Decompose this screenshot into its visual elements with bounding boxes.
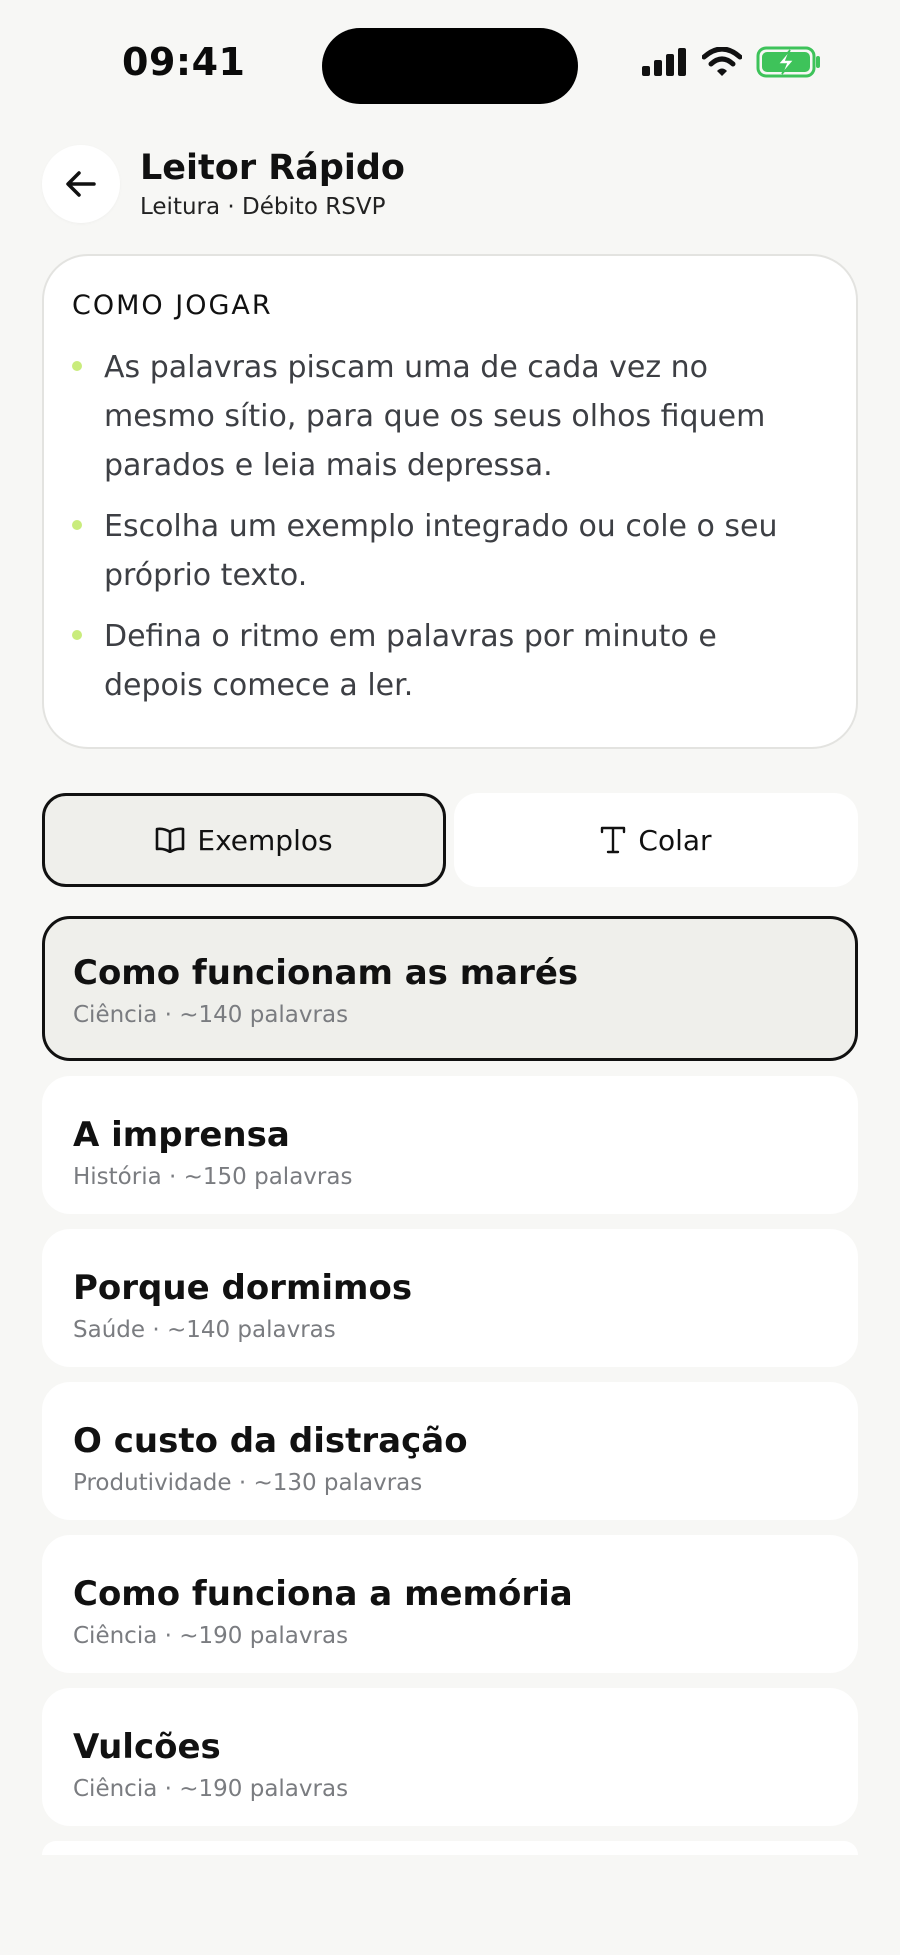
example-item[interactable]: Como funciona a memória Ciência · ~190 p… bbox=[42, 1535, 858, 1673]
text-type-icon bbox=[601, 826, 626, 854]
page-subtitle: Leitura · Débito RSVP bbox=[140, 194, 386, 221]
how-to-play-card: COMO JOGAR As palavras piscam uma de cad… bbox=[42, 254, 858, 749]
how-to-play-text: Defina o ritmo em palavras por minuto e … bbox=[104, 619, 717, 703]
app-header: Leitor Rápido Leitura · Débito RSVP bbox=[42, 145, 405, 223]
how-to-play-list: As palavras piscam uma de cada vez no me… bbox=[72, 343, 826, 710]
status-bar: 09:41 bbox=[0, 0, 900, 130]
wifi-icon bbox=[702, 47, 742, 76]
example-item[interactable]: Porque dormimos Saúde · ~140 palavras bbox=[42, 1229, 858, 1367]
example-meta: Saúde · ~140 palavras bbox=[73, 1316, 336, 1343]
example-item[interactable]: Vulcões Ciência · ~190 palavras bbox=[42, 1688, 858, 1826]
how-to-play-text: Escolha um exemplo integrado ou cole o s… bbox=[104, 509, 778, 593]
arrow-left-icon bbox=[66, 171, 96, 197]
example-meta: Produtividade · ~130 palavras bbox=[73, 1469, 423, 1496]
bullet-dot-icon bbox=[72, 361, 82, 371]
bullet-dot-icon bbox=[72, 630, 82, 640]
example-title: Porque dormimos bbox=[73, 1268, 413, 1308]
how-to-play-text: As palavras piscam uma de cada vez no me… bbox=[104, 350, 766, 483]
battery-charging-icon bbox=[756, 46, 820, 78]
example-title: A imprensa bbox=[73, 1115, 290, 1155]
tab-paste-label: Colar bbox=[638, 823, 712, 857]
page-title: Leitor Rápido bbox=[140, 147, 405, 188]
title-block: Leitor Rápido Leitura · Débito RSVP bbox=[140, 148, 405, 220]
back-button[interactable] bbox=[42, 145, 120, 223]
example-meta: Ciência · ~190 palavras bbox=[73, 1622, 349, 1649]
how-to-play-item: As palavras piscam uma de cada vez no me… bbox=[72, 343, 826, 490]
example-item-selected[interactable]: Como funcionam as marés Ciência · ~140 p… bbox=[42, 916, 858, 1061]
cellular-signal-icon bbox=[642, 48, 686, 76]
example-meta: Ciência · ~190 palavras bbox=[73, 1775, 349, 1802]
example-meta: História · ~150 palavras bbox=[73, 1163, 353, 1190]
status-icons bbox=[642, 46, 822, 78]
tab-paste[interactable]: Colar bbox=[454, 793, 858, 887]
example-item[interactable]: A imprensa História · ~150 palavras bbox=[42, 1076, 858, 1214]
how-to-play-item: Escolha um exemplo integrado ou cole o s… bbox=[72, 502, 826, 600]
how-to-play-item: Defina o ritmo em palavras por minuto e … bbox=[72, 612, 826, 710]
book-open-icon bbox=[156, 827, 185, 853]
tab-examples-label: Exemplos bbox=[197, 823, 333, 857]
example-title: O custo da distração bbox=[73, 1421, 468, 1461]
example-item[interactable]: O custo da distração Produtividade · ~13… bbox=[42, 1382, 858, 1520]
example-meta: Ciência · ~140 palavras bbox=[73, 1001, 349, 1028]
how-to-play-heading: COMO JOGAR bbox=[72, 290, 273, 321]
status-time: 09:41 bbox=[122, 40, 246, 84]
tab-examples[interactable]: Exemplos bbox=[42, 793, 446, 887]
example-item-partial[interactable] bbox=[42, 1841, 858, 1855]
examples-list: Como funcionam as marés Ciência · ~140 p… bbox=[42, 916, 858, 1855]
example-title: Como funcionam as marés bbox=[73, 953, 579, 993]
dynamic-island bbox=[322, 28, 578, 104]
example-title: Vulcões bbox=[73, 1727, 221, 1767]
source-tabs: Exemplos Colar bbox=[42, 793, 858, 887]
bullet-dot-icon bbox=[72, 520, 82, 530]
example-title: Como funciona a memória bbox=[73, 1574, 573, 1614]
